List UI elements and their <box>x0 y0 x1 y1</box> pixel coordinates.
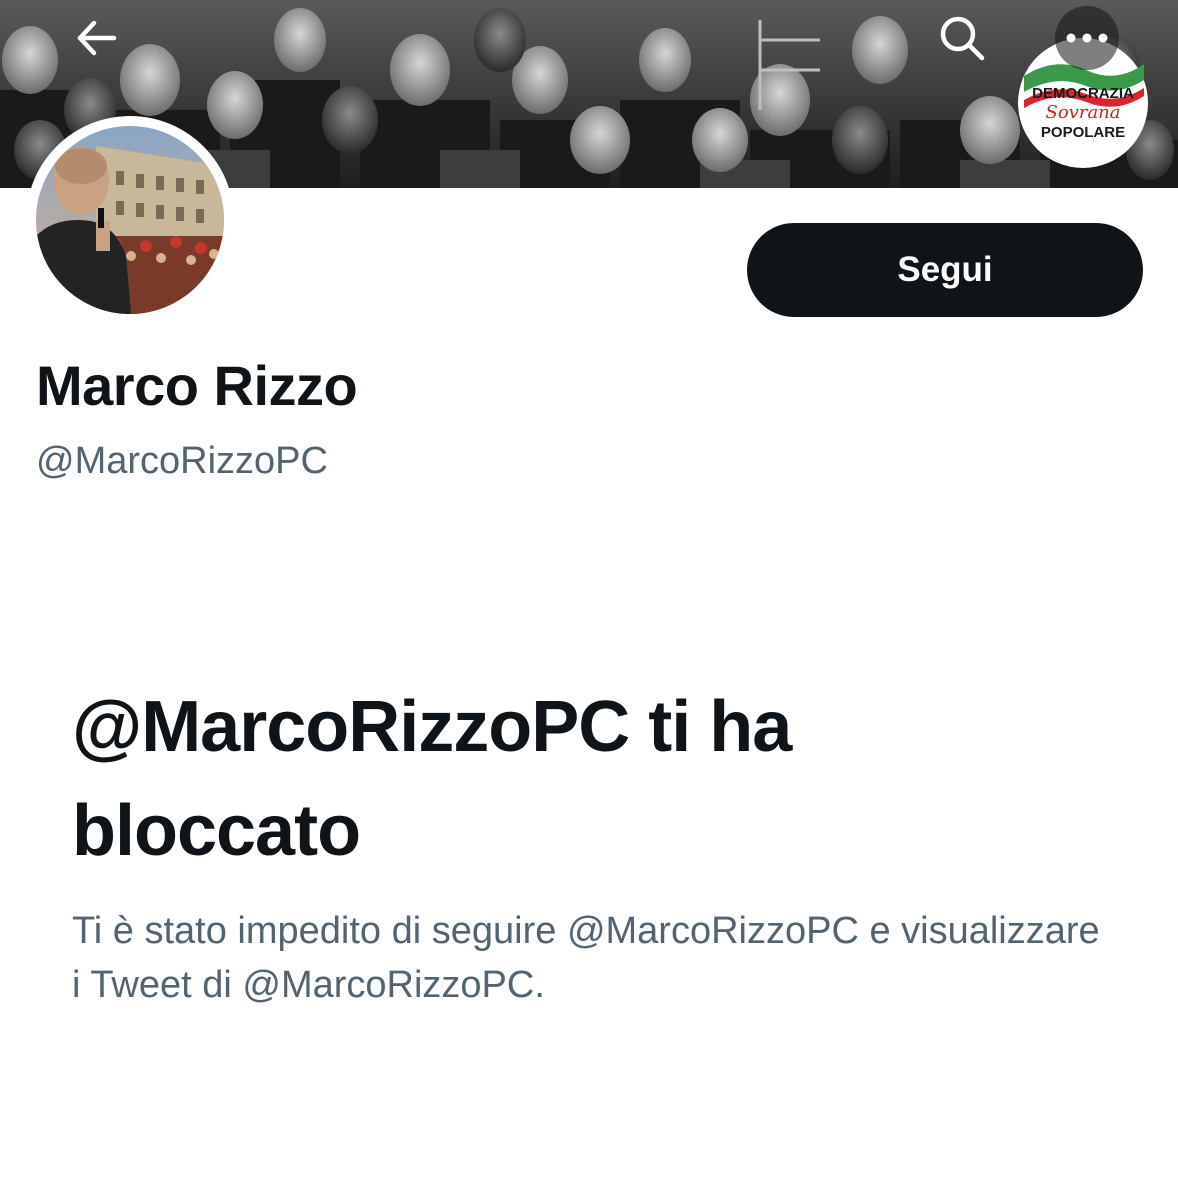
display-name: Marco Rizzo <box>36 354 358 417</box>
profile-avatar[interactable] <box>26 116 234 324</box>
avatar-photo <box>36 126 224 314</box>
more-options-button[interactable] <box>1055 6 1119 70</box>
follow-button[interactable]: Segui <box>747 223 1143 317</box>
search-icon <box>940 16 985 61</box>
search-button[interactable] <box>930 6 994 70</box>
blocked-title: @MarcoRizzoPC ti ha bloccato <box>72 687 792 871</box>
blocked-description: Ti è stato impedito di seguire @MarcoRiz… <box>72 910 1100 1006</box>
more-dots-icon <box>1066 33 1108 43</box>
profile-handle: @MarcoRizzoPC <box>36 440 328 482</box>
back-button[interactable] <box>64 6 128 70</box>
arrow-left-icon <box>77 20 117 56</box>
svg-text:Sovrana: Sovrana <box>1046 102 1121 123</box>
svg-text:DEMOCRAZIA: DEMOCRAZIA <box>1032 85 1134 102</box>
svg-text:POPOLARE: POPOLARE <box>1041 124 1125 141</box>
